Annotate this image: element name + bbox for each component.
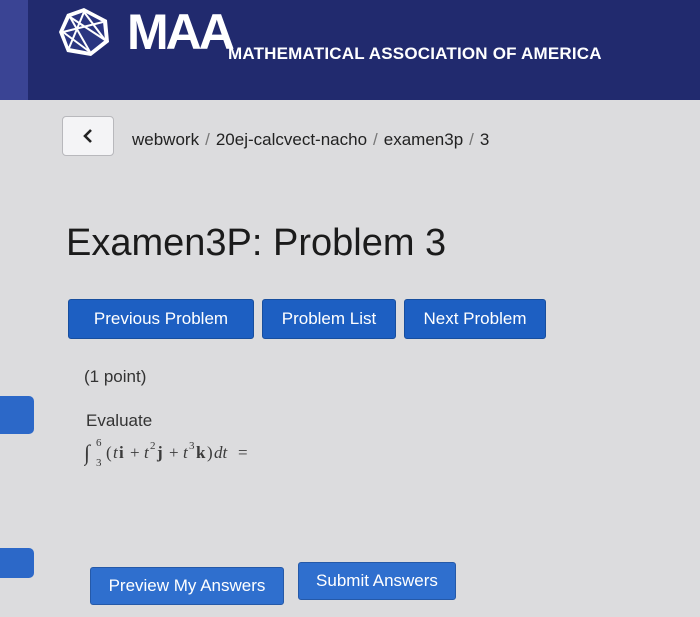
breadcrumb-separator: / [469,130,474,149]
preview-answers-button[interactable]: Preview My Answers [90,567,284,605]
integral-exponent: 2 [150,440,156,452]
maa-logo-text[interactable]: MAA [127,6,235,58]
breadcrumb-separator: / [373,130,378,149]
breadcrumb-item-problem: 3 [479,130,490,149]
maa-subtitle: MATHEMATICAL ASSOCIATION OF AMERICA [228,44,602,63]
integral-dt: dt [214,443,229,462]
breadcrumb-item-course[interactable]: 20ej-calcvect-nacho [216,130,367,149]
problem-list-button[interactable]: Problem List [262,299,396,339]
integral-unit-i: i [119,443,124,462]
integral-upper-limit: 6 [96,437,102,449]
page-title: Examen3P: Problem 3 [66,222,447,264]
back-button[interactable] [62,116,114,156]
side-tab[interactable] [0,396,34,434]
maa-logo-icon[interactable] [55,6,113,58]
integral-plus: + [130,443,140,462]
integral-unit-k: k [196,443,206,462]
header-shade [0,0,28,100]
integral-formula: ∫ 6 3 ( t i + t 2 j + t 3 k ) dt = [84,437,248,469]
integral-equals: = [238,443,248,462]
problem-prompt: Evaluate [86,411,153,430]
problem-points: (1 point) [84,367,147,386]
breadcrumb-separator: / [205,130,210,149]
maa-header: MAA MATHEMATICAL ASSOCIATION OF AMERICA [0,0,700,100]
integral-lower-limit: 3 [96,457,102,469]
breadcrumb: webwork / 20ej-calcvect-nacho / examen3p / 3 [132,130,489,150]
integral-unit-j: j [156,443,163,462]
next-problem-button[interactable]: Next Problem [404,299,546,339]
integral-exponent: 3 [189,440,195,452]
side-tab[interactable] [0,548,34,578]
submit-answers-button[interactable]: Submit Answers [298,562,456,600]
integral-sign: ∫ [84,440,92,466]
integral-plus: + [169,443,179,462]
breadcrumb-item-set[interactable]: examen3p [384,130,463,149]
previous-problem-button[interactable]: Previous Problem [68,299,254,339]
chevron-left-icon [83,129,92,143]
integral-close-paren: ) [207,443,213,462]
breadcrumb-item-webwork[interactable]: webwork [132,130,199,149]
integral-open-paren: ( [106,443,112,462]
